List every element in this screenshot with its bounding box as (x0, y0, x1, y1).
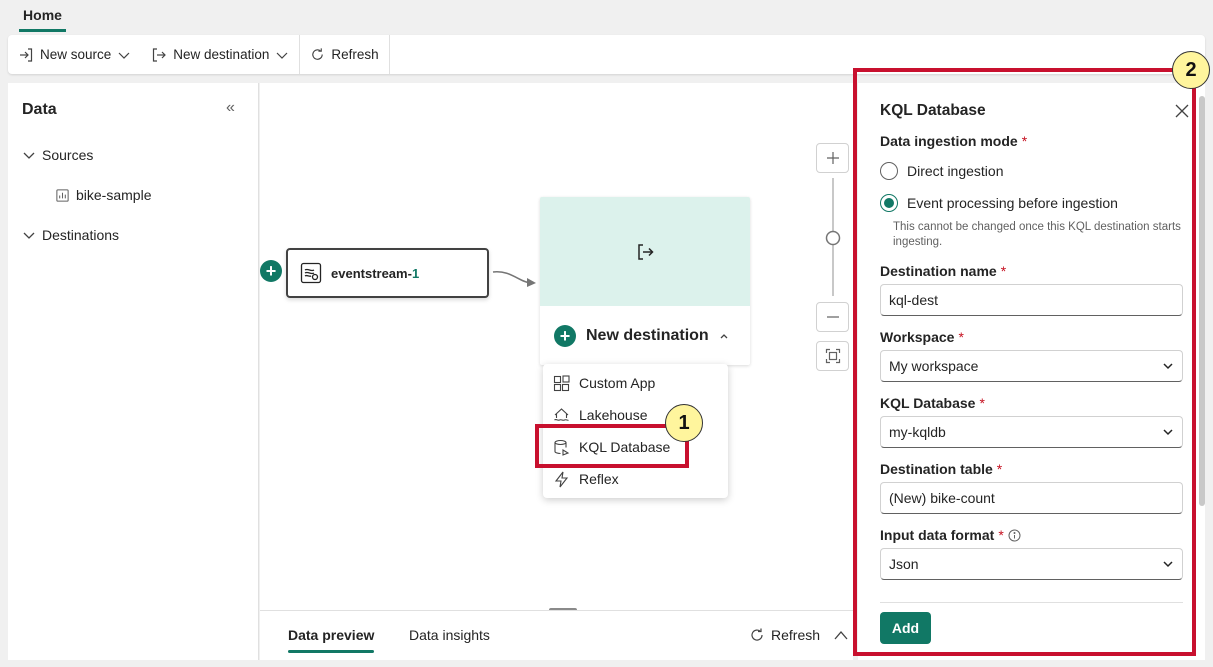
chevron-down-icon (23, 232, 35, 239)
connector-arrow (492, 271, 536, 287)
destination-node-header (540, 197, 750, 306)
new-destination-node-label: New destination (586, 326, 709, 344)
menu-item-label: Reflex (579, 471, 619, 487)
sign-out-icon (638, 243, 654, 260)
callout-box-2 (853, 68, 1196, 656)
refresh-label: Refresh (331, 47, 379, 62)
data-panel: Data « Sources bike-sample Destinations (8, 83, 259, 660)
chevron-down-icon (118, 52, 130, 59)
tab-data-preview[interactable]: Data preview (288, 627, 375, 653)
add-source-icon[interactable]: + (260, 260, 282, 282)
active-tab-indicator (288, 650, 375, 653)
chart-icon (56, 188, 69, 202)
apps-icon (553, 374, 570, 391)
panel-scrollbar[interactable] (1199, 96, 1205, 506)
zoom-in-button[interactable] (816, 143, 849, 173)
tree-item-label: bike-sample (76, 187, 152, 203)
add-destination-icon: + (554, 324, 576, 347)
tree-destinations-label: Destinations (42, 227, 120, 243)
eventstream-node-label: eventstream-1 (331, 265, 420, 281)
collapse-icon[interactable]: « (226, 99, 235, 117)
tab-home[interactable]: Home (19, 0, 66, 32)
lakehouse-icon (554, 407, 569, 421)
new-source-button[interactable]: New source (8, 35, 141, 74)
tree-item-bike-sample[interactable]: bike-sample (55, 187, 151, 203)
new-source-label: New source (40, 47, 112, 62)
callout-badge-1: 1 (665, 404, 703, 442)
refresh-button[interactable]: Refresh (300, 35, 388, 74)
new-destination-label: New destination (173, 47, 270, 62)
toolbar-divider (388, 35, 390, 74)
plus-icon (826, 152, 839, 164)
sign-out-icon (153, 47, 167, 62)
tree-sources-label: Sources (42, 147, 94, 163)
fit-view-icon (825, 348, 840, 364)
callout-badge-2: 2 (1172, 51, 1210, 89)
refresh-icon (751, 628, 763, 641)
sign-in-icon (20, 47, 33, 62)
data-panel-title: Data (22, 101, 57, 118)
tree-sources[interactable]: Sources (22, 147, 93, 163)
menu-item-label: Custom App (579, 375, 656, 391)
tab-strip: Home (0, 0, 1213, 34)
destination-node[interactable]: + New destination (540, 197, 750, 365)
new-destination-button[interactable]: New destination (141, 35, 299, 74)
minus-icon (826, 316, 839, 318)
chevron-up-icon (720, 333, 728, 338)
fit-to-view-button[interactable] (816, 341, 849, 371)
preview-refresh-label: Refresh (771, 627, 821, 643)
chevron-down-icon (23, 152, 35, 159)
tree-destinations[interactable]: Destinations (22, 227, 119, 243)
menu-item-label: Lakehouse (579, 407, 648, 423)
tab-data-insights[interactable]: Data insights (409, 627, 490, 643)
bottom-preview-bar: Data preview Data insights Refresh (260, 610, 853, 660)
new-destination-dropdown[interactable]: + New destination (540, 306, 750, 365)
zoom-out-button[interactable] (816, 302, 849, 332)
preview-refresh-button[interactable]: Refresh (749, 627, 820, 643)
eventstream-node[interactable]: eventstream-1 (286, 248, 489, 298)
zoom-slider[interactable] (825, 176, 841, 298)
refresh-icon (312, 48, 324, 60)
lightning-icon (554, 471, 569, 487)
chevron-up-icon[interactable] (833, 629, 849, 641)
chevron-down-icon (276, 52, 288, 59)
eventstream-icon (300, 262, 322, 284)
menu-item-custom-app[interactable]: Custom App (553, 367, 655, 399)
